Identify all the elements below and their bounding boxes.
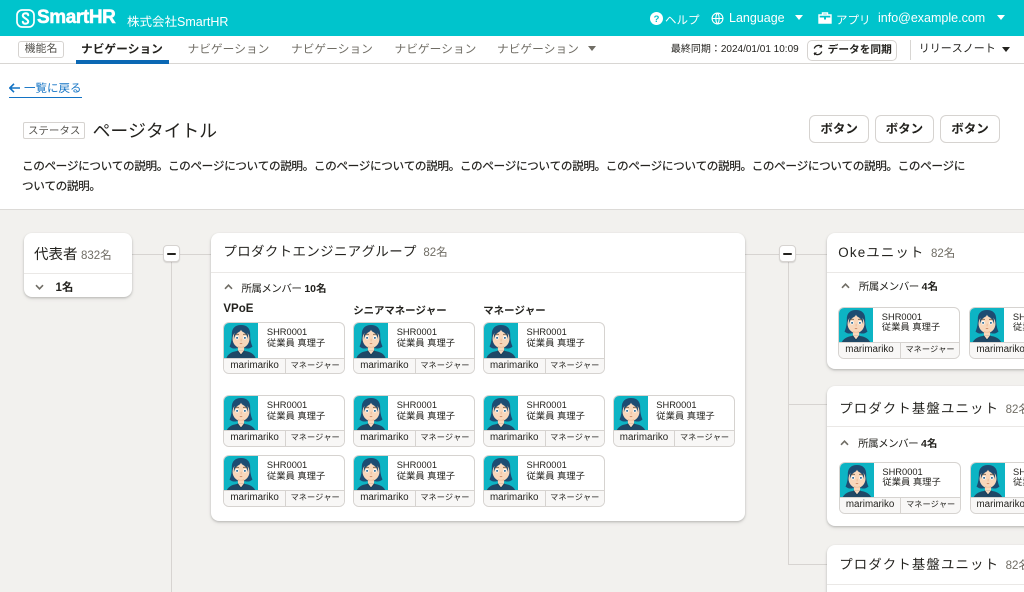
- svg-text:?: ?: [654, 13, 660, 24]
